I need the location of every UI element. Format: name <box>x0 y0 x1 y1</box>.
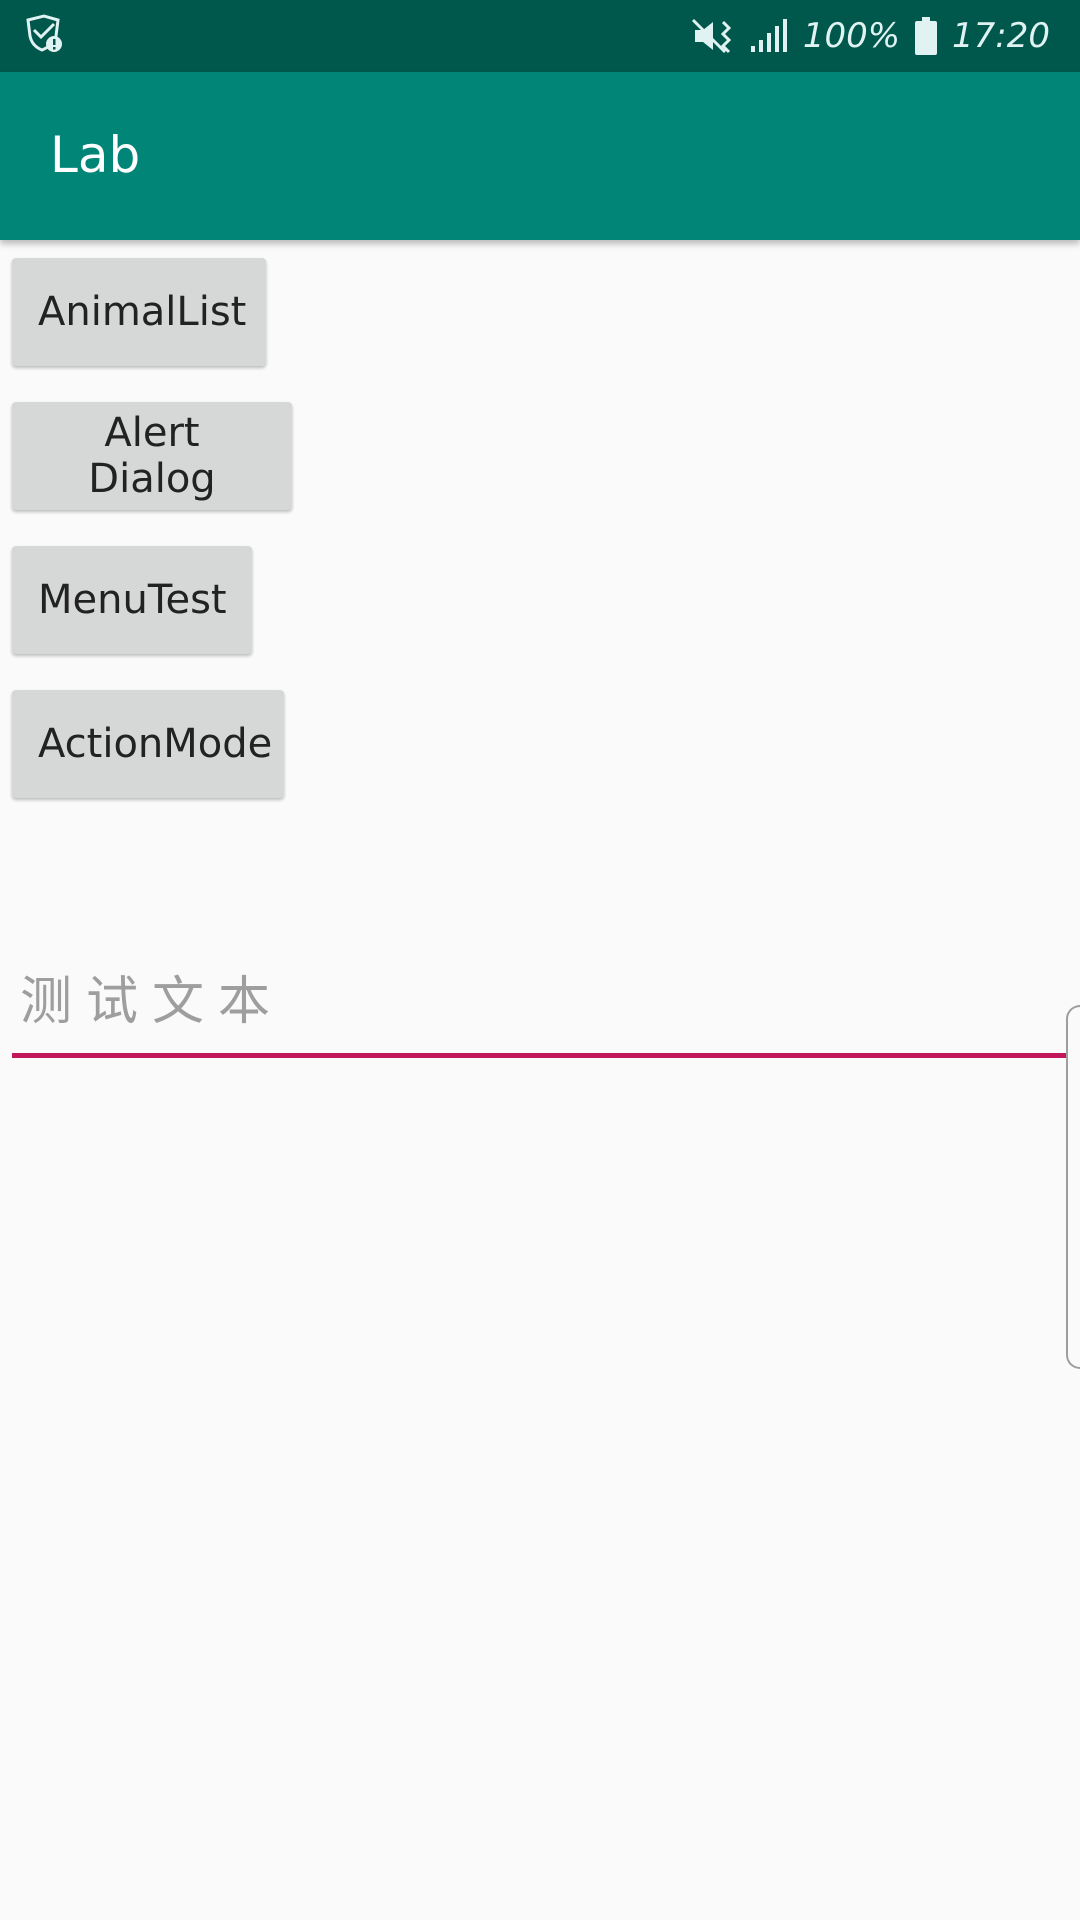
app-title: Lab <box>50 126 141 184</box>
status-bar: 100% 17:20 <box>0 0 1080 72</box>
menu-test-button[interactable]: MenuTest <box>12 546 252 654</box>
security-shield-icon <box>24 14 64 54</box>
battery-percent: 100% <box>802 16 901 56</box>
clock: 17:20 <box>952 16 1050 56</box>
alert-dialog-button[interactable]: Alert Dialog <box>12 402 292 510</box>
signal-icon <box>749 16 789 56</box>
action-mode-button[interactable]: ActionMode <box>12 690 284 798</box>
animal-list-button[interactable]: AnimalList <box>12 258 266 366</box>
mute-icon <box>691 16 735 56</box>
edge-panel-handle[interactable] <box>1066 1005 1080 1369</box>
app-bar: Lab <box>0 72 1080 240</box>
test-text-input[interactable] <box>12 950 1067 1058</box>
battery-icon <box>914 16 938 56</box>
